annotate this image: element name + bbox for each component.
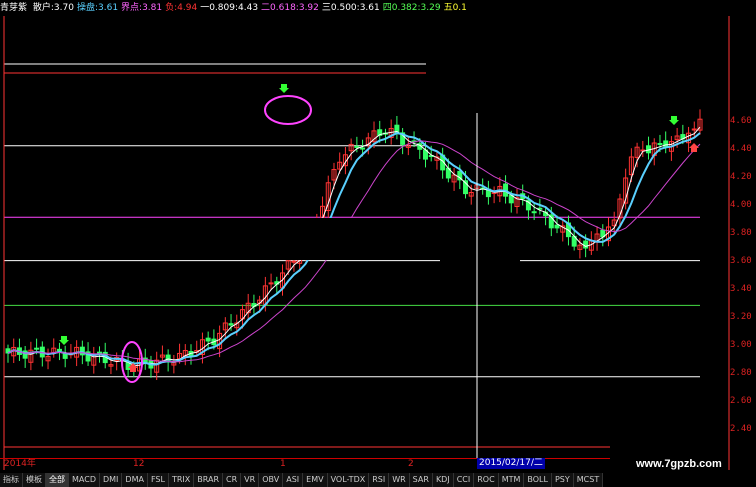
indicator-tab[interactable]: EMV [303,473,328,487]
buy-arrow-icon [689,143,699,152]
price-tick-label: 2.60 [730,396,752,406]
indicator-tab[interactable]: WR [389,473,410,487]
candle-body [354,145,360,148]
sell-arrow-icon [59,336,69,345]
indicator-tab[interactable]: KDJ [432,473,454,487]
candle-body [360,147,366,150]
highlight-ellipse [264,95,312,125]
indicator-tab[interactable]: CR [223,473,242,487]
candle-body [97,351,103,354]
price-tick-label: 3.00 [730,340,752,350]
price-tick-label: 3.40 [730,284,752,294]
candle-body [657,143,663,146]
indicator-tab[interactable]: PSY [551,473,574,487]
indicator-tab[interactable]: TRIX [168,473,195,487]
overlay-panel [440,218,520,296]
price-tick-label: 2.40 [730,424,752,434]
indicator-tab[interactable]: SAR [409,473,433,487]
indicator-tab[interactable]: OBV [259,473,284,487]
sell-arrow-icon [279,84,289,93]
indicator-tab[interactable]: MACD [69,473,100,487]
candle-body [583,240,589,249]
candle-body [228,323,234,326]
candle-body [554,224,560,229]
price-tick-label: 4.40 [730,144,752,154]
indicator-tab[interactable]: DMI [99,473,123,487]
price-tick-label: 4.60 [730,116,752,126]
candle-body [56,348,62,352]
candle-body [34,347,40,350]
indicator-tab[interactable]: 指标 [0,473,23,487]
price-tick-label: 3.20 [730,312,752,322]
indicator-tab[interactable]: ROC [474,473,499,487]
sell-arrow-icon [669,116,679,125]
candle-body [205,337,211,342]
indicator-tab[interactable]: VOL-TDX [327,473,370,487]
indicator-tab[interactable]: 模板 [23,473,46,487]
candle-body [291,260,297,263]
indicator-tab[interactable]: DMA [122,473,148,487]
indicator-tab[interactable]: MTM [498,473,525,487]
candle-body [691,128,697,131]
price-tick-label: 3.60 [730,256,752,266]
price-tick-label: 4.00 [730,200,752,210]
indicator-tab[interactable]: FSL [147,473,169,487]
price-tick-label: 3.80 [730,228,752,238]
price-tick-label: 4.20 [730,172,752,182]
candle-body [531,211,537,214]
time-tick-label: 12 [133,459,145,469]
indicator-tab[interactable]: BOLL [524,473,552,487]
watermark: www.7gpzb.com [636,458,722,470]
indicator-tab[interactable]: RSI [369,473,390,487]
time-tick-label: 2014年 [4,459,36,469]
time-tick-label: 2 [408,459,414,469]
time-tick-label: 1 [280,459,286,469]
candlestick-chart[interactable] [0,0,756,487]
candle-body [268,282,274,285]
indicator-tab[interactable]: 全部 [46,473,69,487]
indicator-tabs: 指标 模板 全部 MACD DMI DMA FSL TRIX BRAR CR VR OBV ASI EMV… [0,473,756,487]
indicator-tab[interactable]: MCST [573,473,604,487]
cursor-date-label: 2015/02/17/二 [477,458,545,469]
price-tick-label: 2.80 [730,368,752,378]
indicator-tab[interactable]: VR [241,473,260,487]
price-axis: 4.60 4.40 4.20 4.00 3.80 3.60 3.40 3.20 3.00 2.80… [730,0,756,487]
indicator-tab[interactable]: BRAR [194,473,224,487]
indicator-tab[interactable]: CCI [453,473,475,487]
indicator-tab[interactable]: ASI [283,473,304,487]
